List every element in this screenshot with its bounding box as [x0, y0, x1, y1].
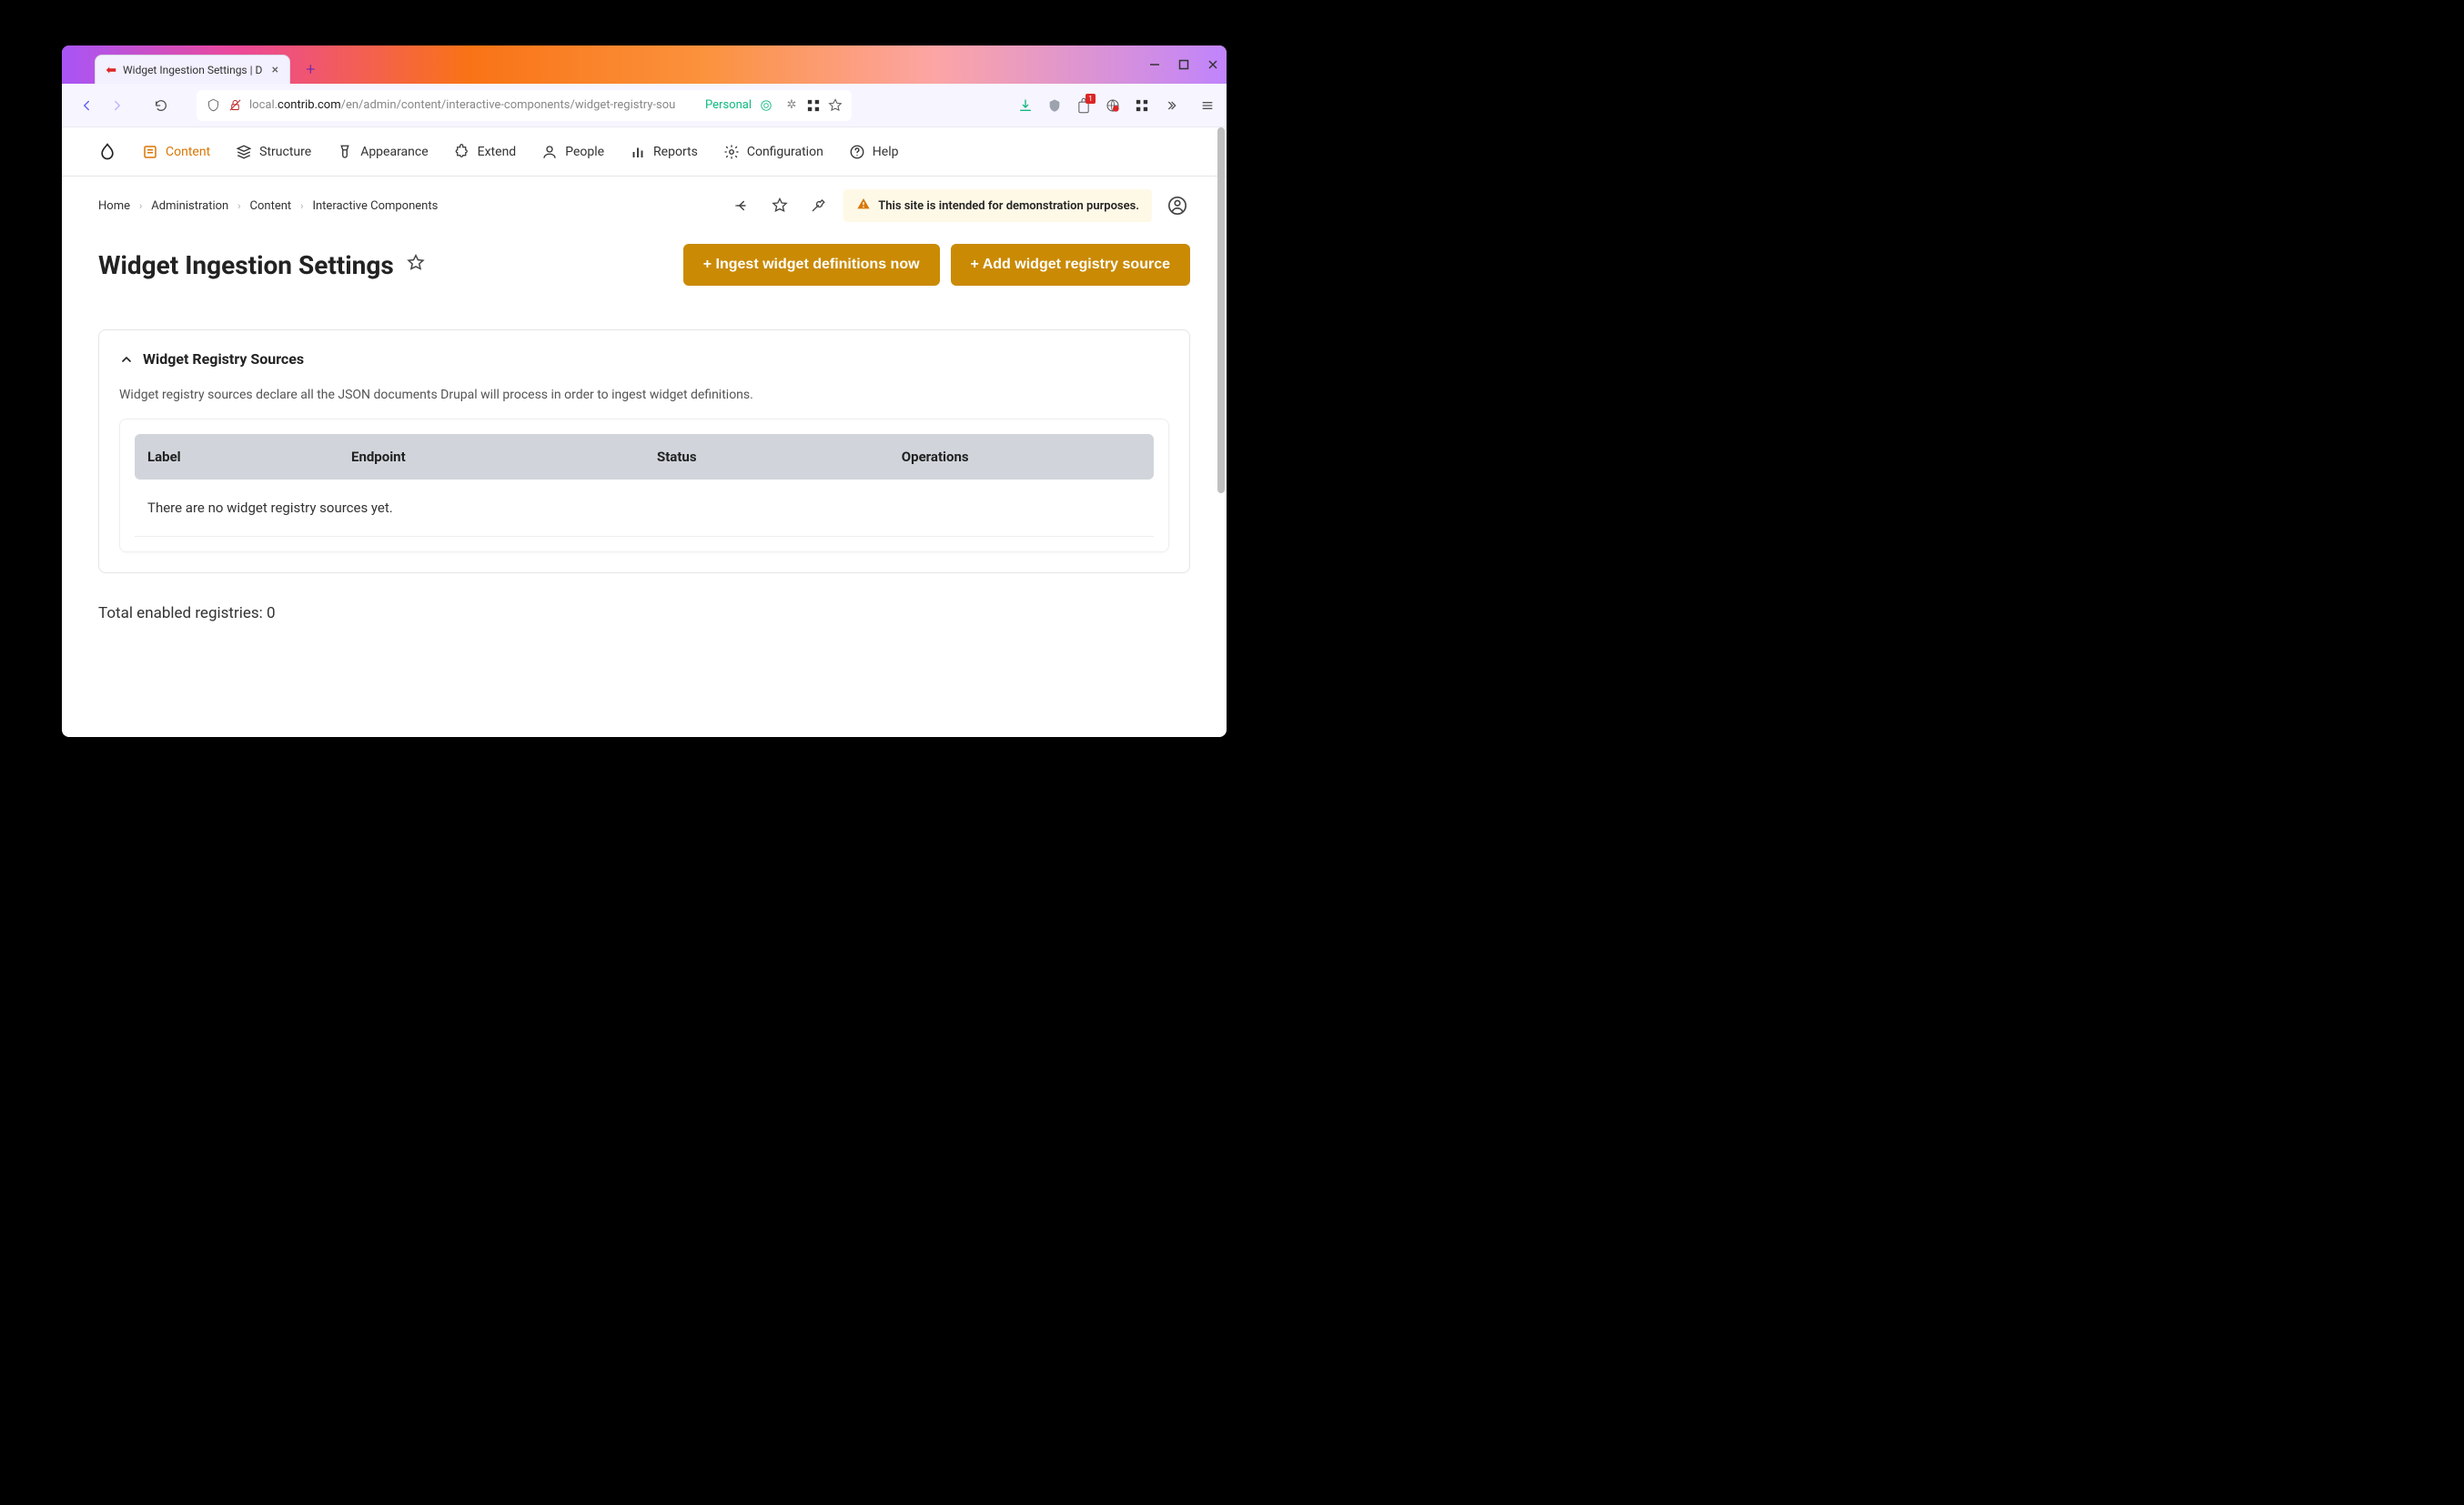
- globe-icon[interactable]: [1105, 97, 1121, 114]
- breadcrumb-item[interactable]: Home: [98, 199, 130, 213]
- overflow-icon[interactable]: [1163, 97, 1179, 114]
- nav-reports[interactable]: Reports: [630, 138, 698, 166]
- empty-message: There are no widget registry sources yet…: [135, 480, 1154, 537]
- extension-icon[interactable]: 1: [1075, 97, 1092, 114]
- col-label: Label: [135, 434, 338, 480]
- container-label: Personal: [705, 98, 752, 112]
- menu-icon[interactable]: [1199, 97, 1216, 114]
- nav-label: Extend: [478, 145, 517, 159]
- download-icon[interactable]: [1017, 97, 1034, 114]
- nav-label: Help: [873, 145, 899, 159]
- nav-label: Appearance: [360, 145, 428, 159]
- reload-button[interactable]: [147, 92, 175, 119]
- registry-table: Label Endpoint Status Operations There a…: [135, 434, 1154, 537]
- col-operations: Operations: [889, 434, 1154, 480]
- nav-content[interactable]: Content: [142, 138, 210, 166]
- minimize-icon[interactable]: [1148, 58, 1161, 71]
- page-header-row: Home › Administration › Content › Intera…: [62, 177, 1227, 235]
- table-container: Label Endpoint Status Operations There a…: [119, 419, 1169, 552]
- page-content: Content Structure Appearance Extend Peop…: [62, 127, 1227, 737]
- browser-window: Widget Ingestion Settings | D × + local.…: [62, 45, 1227, 737]
- nav-appearance[interactable]: Appearance: [337, 138, 428, 166]
- bookmark-star-icon[interactable]: [828, 98, 843, 113]
- warning-icon: [856, 197, 871, 215]
- breadcrumb-item[interactable]: Interactive Components: [312, 199, 438, 213]
- favorite-star-button[interactable]: [407, 254, 425, 276]
- back-button[interactable]: [73, 92, 100, 119]
- title-row: Widget Ingestion Settings + Ingest widge…: [62, 235, 1227, 308]
- url-text: local.contrib.com/en/admin/content/inter…: [249, 98, 698, 112]
- bug-icon[interactable]: ✲: [784, 98, 799, 113]
- tab-title: Widget Ingestion Settings | D: [123, 64, 262, 76]
- col-status: Status: [644, 434, 889, 480]
- chevron-right-icon: ›: [300, 200, 303, 212]
- window-close-icon[interactable]: [1207, 58, 1219, 71]
- nav-label: Reports: [653, 145, 698, 159]
- col-endpoint: Endpoint: [338, 434, 644, 480]
- table-row-empty: There are no widget registry sources yet…: [135, 480, 1154, 537]
- section-description: Widget registry sources declare all the …: [119, 388, 1169, 402]
- star-button[interactable]: [767, 193, 793, 218]
- grid-icon[interactable]: [806, 98, 821, 113]
- extension-badge: 1: [1086, 94, 1096, 104]
- scrollbar-thumb[interactable]: [1217, 127, 1225, 493]
- chevron-right-icon: ›: [237, 200, 240, 212]
- breadcrumb-item[interactable]: Administration: [151, 199, 228, 213]
- action-buttons: + Ingest widget definitions now + Add wi…: [683, 244, 1190, 286]
- ingest-button[interactable]: + Ingest widget definitions now: [683, 244, 940, 286]
- toolbar-extensions: 1: [1017, 97, 1216, 114]
- footer-summary: Total enabled registries: 0: [62, 595, 1227, 659]
- admin-nav: Content Structure Appearance Extend Peop…: [62, 127, 1227, 177]
- page-back-button[interactable]: [729, 193, 754, 218]
- nav-structure[interactable]: Structure: [236, 138, 311, 166]
- tab-favicon-icon: [105, 64, 117, 76]
- breadcrumb: Home › Administration › Content › Intera…: [98, 199, 438, 213]
- add-source-button[interactable]: + Add widget registry source: [951, 244, 1190, 286]
- demo-banner: This site is intended for demonstration …: [843, 189, 1152, 222]
- user-avatar-button[interactable]: [1165, 193, 1190, 218]
- maximize-icon[interactable]: [1177, 58, 1190, 71]
- browser-tab[interactable]: Widget Ingestion Settings | D ×: [95, 55, 290, 84]
- lock-strikethrough-icon: [227, 98, 242, 113]
- chevron-right-icon: ›: [139, 200, 142, 212]
- url-bar[interactable]: local.contrib.com/en/admin/content/inter…: [197, 90, 852, 121]
- breadcrumb-item[interactable]: Content: [250, 199, 292, 213]
- nav-extend[interactable]: Extend: [454, 138, 517, 166]
- section-title: Widget Registry Sources: [143, 350, 304, 368]
- browser-tab-strip: Widget Ingestion Settings | D × +: [62, 45, 1227, 84]
- shield-icon: [206, 98, 220, 113]
- demo-message: This site is intended for demonstration …: [878, 199, 1139, 213]
- scrollbar[interactable]: [1217, 127, 1225, 737]
- page-title: Widget Ingestion Settings: [98, 250, 394, 280]
- nav-label: Configuration: [747, 145, 823, 159]
- nav-label: Structure: [259, 145, 311, 159]
- wrench-button[interactable]: [805, 193, 831, 218]
- window-controls: [1148, 45, 1219, 84]
- close-icon[interactable]: ×: [268, 63, 282, 77]
- adblock-icon[interactable]: [1046, 97, 1063, 114]
- nav-people[interactable]: People: [541, 138, 604, 166]
- browser-toolbar: local.contrib.com/en/admin/content/inter…: [62, 84, 1227, 127]
- nav-help[interactable]: Help: [849, 138, 899, 166]
- chevron-up-icon: [119, 352, 134, 367]
- forward-button[interactable]: [104, 92, 131, 119]
- nav-label: People: [565, 145, 604, 159]
- apps-icon[interactable]: [1134, 97, 1150, 114]
- drupal-logo-icon[interactable]: [98, 143, 116, 161]
- nav-configuration[interactable]: Configuration: [723, 138, 823, 166]
- new-tab-button[interactable]: +: [298, 56, 323, 82]
- registry-sources-section: Widget Registry Sources Widget registry …: [98, 329, 1190, 573]
- section-toggle[interactable]: Widget Registry Sources: [119, 350, 1169, 368]
- container-icon: [759, 98, 773, 113]
- nav-label: Content: [166, 145, 210, 159]
